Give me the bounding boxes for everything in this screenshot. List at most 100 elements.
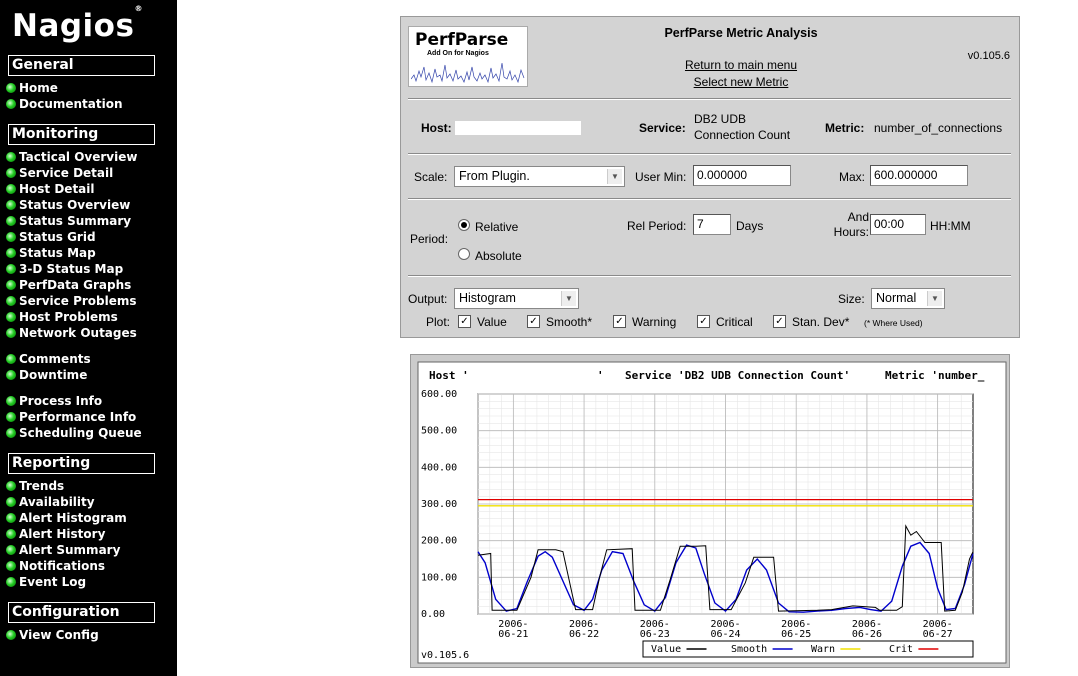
- size-select[interactable]: Normal ▼: [871, 288, 945, 309]
- sidebar-item-downtime[interactable]: Downtime: [6, 367, 87, 383]
- y-tick-label: 400.00: [421, 462, 457, 473]
- plot-stan-dev--checkbox[interactable]: ✓: [773, 315, 786, 328]
- relative-radio[interactable]: [458, 219, 470, 231]
- sidebar-item-service-detail[interactable]: Service Detail: [6, 165, 113, 181]
- plot-smooth--checkbox[interactable]: ✓: [527, 315, 540, 328]
- sidebar-item-event-log[interactable]: Event Log: [6, 574, 86, 590]
- service-label: Service:: [639, 121, 686, 135]
- section-heading-configuration: Configuration: [8, 602, 155, 623]
- status-bullet-icon: [6, 296, 16, 306]
- sidebar-item-service-problems[interactable]: Service Problems: [6, 293, 137, 309]
- plot-option-label: Stan. Dev*: [792, 315, 850, 329]
- scale-select[interactable]: From Plugin. ▼: [454, 166, 625, 187]
- hours-input[interactable]: 00:00: [870, 214, 926, 235]
- output-label: Output:: [408, 292, 448, 306]
- sidebar-item-alert-history[interactable]: Alert History: [6, 526, 105, 542]
- status-bullet-icon: [6, 630, 16, 640]
- sidebar-item-view-config[interactable]: View Config: [6, 627, 99, 643]
- sidebar-item-scheduling-queue[interactable]: Scheduling Queue: [6, 425, 142, 441]
- sidebar-item-status-grid[interactable]: Status Grid: [6, 229, 96, 245]
- sidebar-item-status-summary[interactable]: Status Summary: [6, 213, 131, 229]
- sidebar-item-status-map[interactable]: Status Map: [6, 245, 96, 261]
- section-heading-monitoring: Monitoring: [8, 124, 155, 145]
- sidebar-item-label: Process Info: [19, 394, 103, 408]
- sidebar-item-perfdata-graphs[interactable]: PerfData Graphs: [6, 277, 131, 293]
- rel-period-label: Rel Period:: [627, 219, 687, 233]
- legend-label: Value: [651, 644, 681, 655]
- status-bullet-icon: [6, 152, 16, 162]
- version-label: v0.105.6: [967, 50, 1010, 62]
- status-bullet-icon: [6, 264, 16, 274]
- metric-label: Metric:: [825, 121, 865, 135]
- y-tick-label: 0.00: [421, 609, 445, 620]
- y-tick-label: 500.00: [421, 426, 457, 437]
- sidebar-item-performance-info[interactable]: Performance Info: [6, 409, 136, 425]
- status-bullet-icon: [6, 396, 16, 406]
- chart-title-host: Host ': [429, 369, 469, 382]
- host-label: Host:: [421, 121, 452, 135]
- status-bullet-icon: [6, 312, 16, 322]
- max-input[interactable]: 600.000000: [870, 165, 968, 186]
- plot-value-checkbox[interactable]: ✓: [458, 315, 471, 328]
- chevron-down-icon: ▼: [607, 169, 622, 184]
- status-bullet-icon: [6, 545, 16, 555]
- status-bullet-icon: [6, 354, 16, 364]
- sidebar-item-label: Trends: [19, 479, 65, 493]
- sidebar-item-label: Tactical Overview: [19, 150, 138, 164]
- period-label: Period:: [410, 232, 449, 246]
- sidebar-item-documentation[interactable]: Documentation: [6, 96, 123, 112]
- sidebar-item-label: Host Detail: [19, 182, 95, 196]
- select-new-metric-link[interactable]: Select new Metric: [661, 75, 821, 89]
- host-value: [455, 121, 581, 135]
- page-title: PerfParse Metric Analysis: [664, 26, 818, 40]
- sidebar-item-label: Host Problems: [19, 310, 118, 324]
- sidebar-item-notifications[interactable]: Notifications: [6, 558, 105, 574]
- sidebar-item-trends[interactable]: Trends: [6, 478, 64, 494]
- metric-graph: 600.00 500.00 400.00 300.00 200.00 100.00 0.00…: [410, 354, 1010, 668]
- divider: [408, 98, 1011, 100]
- sidebar-item-alert-summary[interactable]: Alert Summary: [6, 542, 120, 558]
- sidebar-item-tactical-overview[interactable]: Tactical Overview: [6, 149, 137, 165]
- graph-version-label: v0.105.6: [421, 650, 469, 661]
- sidebar-item-alert-histogram[interactable]: Alert Histogram: [6, 510, 127, 526]
- status-bullet-icon: [6, 428, 16, 438]
- rel-period-input[interactable]: 7: [693, 214, 731, 235]
- absolute-radio[interactable]: [458, 248, 470, 260]
- relative-label: Relative: [475, 220, 519, 234]
- size-label: Size:: [838, 292, 865, 306]
- sidebar-item-label: View Config: [19, 628, 99, 642]
- and-hours-label: And Hours:: [833, 210, 869, 239]
- sidebar-item-network-outages[interactable]: Network Outages: [6, 325, 137, 341]
- status-bullet-icon: [6, 577, 16, 587]
- legend-label: Smooth: [731, 644, 767, 655]
- metric-chart-svg: 600.00 500.00 400.00 300.00 200.00 100.00 0.00…: [417, 361, 1007, 664]
- return-main-menu-link[interactable]: Return to main menu: [661, 58, 821, 72]
- perfparse-logo: PerfParse Add On for Nagios: [408, 26, 528, 87]
- output-select[interactable]: Histogram ▼: [454, 288, 579, 309]
- sidebar-item-process-info[interactable]: Process Info: [6, 393, 102, 409]
- y-tick-label: 200.00: [421, 536, 457, 547]
- sidebar-item-availability[interactable]: Availability: [6, 494, 95, 510]
- nagios-logo[interactable]: Nagios®: [12, 4, 143, 44]
- status-bullet-icon: [6, 370, 16, 380]
- chart-title-service: Service 'DB2 UDB Connection Count': [625, 369, 850, 382]
- plot-warning-checkbox[interactable]: ✓: [613, 315, 626, 328]
- sidebar-item-status-overview[interactable]: Status Overview: [6, 197, 130, 213]
- chevron-down-icon: ▼: [927, 291, 942, 306]
- status-bullet-icon: [6, 280, 16, 290]
- sidebar-item-home[interactable]: Home: [6, 80, 58, 96]
- sidebar-item-3-d-status-map[interactable]: 3-D Status Map: [6, 261, 123, 277]
- sidebar: Nagios® General Home Documentation Monitori…: [0, 0, 177, 676]
- sidebar-item-label: Service Detail: [19, 166, 114, 180]
- sidebar-item-host-problems[interactable]: Host Problems: [6, 309, 118, 325]
- status-bullet-icon: [6, 248, 16, 258]
- divider: [408, 275, 1011, 277]
- plot-critical-checkbox[interactable]: ✓: [697, 315, 710, 328]
- sidebar-item-comments[interactable]: Comments: [6, 351, 91, 367]
- user-min-input[interactable]: 0.000000: [693, 165, 791, 186]
- sidebar-item-label: Documentation: [19, 97, 123, 111]
- status-bullet-icon: [6, 216, 16, 226]
- section-heading-general: General: [8, 55, 155, 76]
- status-bullet-icon: [6, 99, 16, 109]
- sidebar-item-host-detail[interactable]: Host Detail: [6, 181, 95, 197]
